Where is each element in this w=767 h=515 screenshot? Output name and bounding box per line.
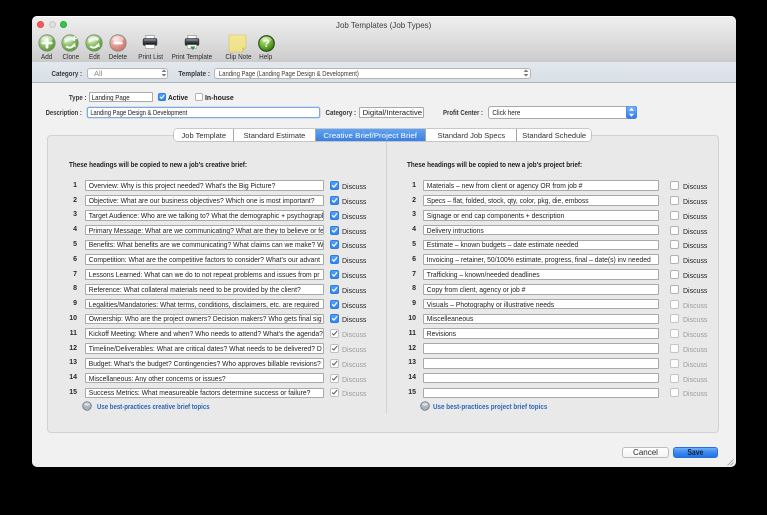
svg-text:?: ? — [263, 38, 270, 50]
